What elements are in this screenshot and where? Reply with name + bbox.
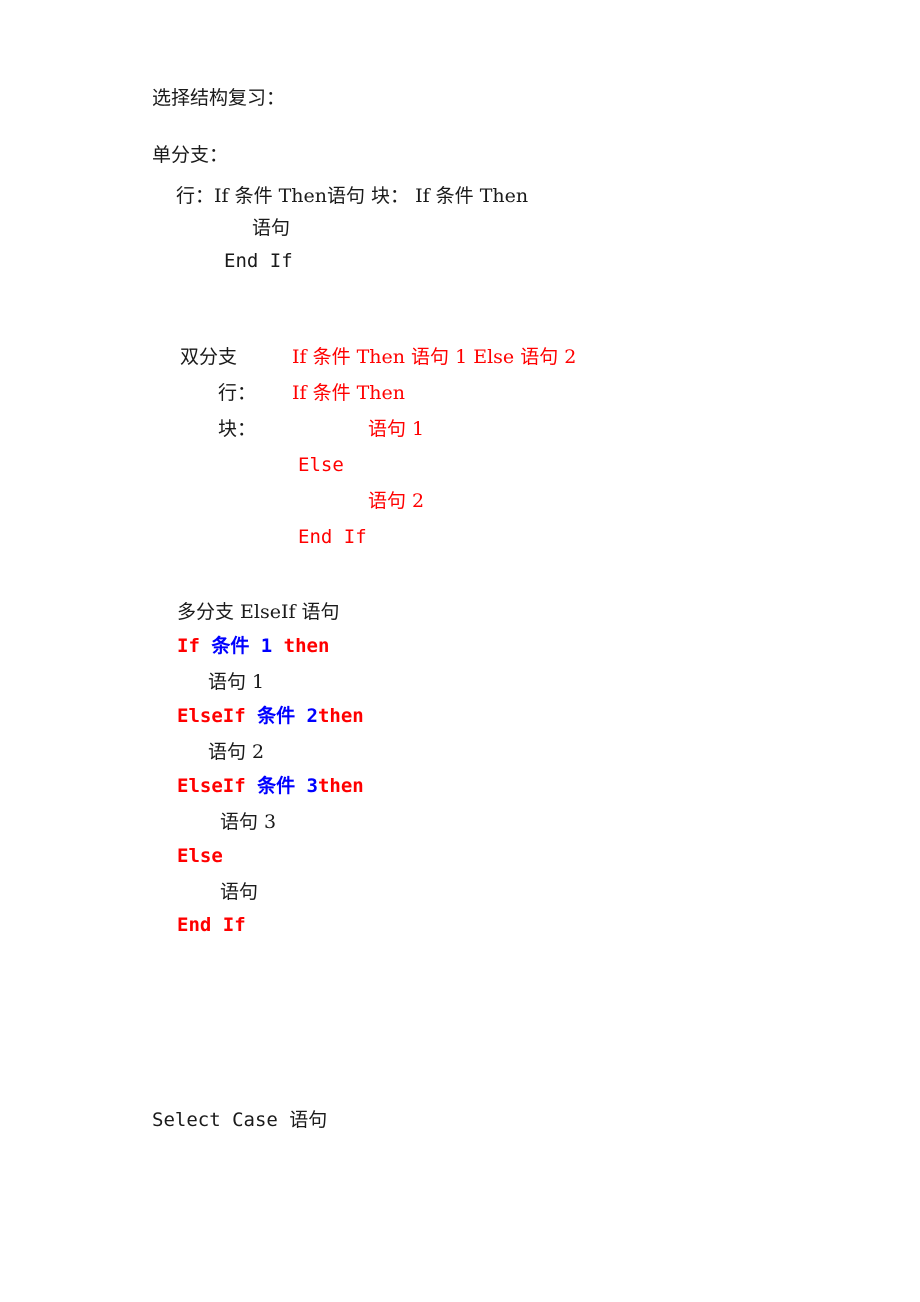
multi-branch-elseif2-then: then	[317, 705, 364, 727]
multi-branch-if-condition: 条件 1	[211, 635, 273, 657]
multi-branch-line-elseif-3: ElseIf 条件 3then	[177, 777, 364, 796]
double-branch-code-4: Else	[298, 454, 344, 476]
multi-branch-if-then: then	[272, 635, 330, 657]
double-branch-code-1: If 条件 Then 语句 1 Else 语句 2	[292, 346, 577, 368]
page-title: 选择结构复习：	[152, 87, 286, 109]
multi-branch-elseif2-condition: 条件 2	[257, 705, 318, 727]
double-branch-code-3: 语句 1	[368, 418, 425, 440]
multi-branch-elseif3-keyword: ElseIf	[177, 775, 258, 797]
single-branch-line-2: 语句	[252, 217, 291, 239]
multi-branch-else: Else	[177, 845, 223, 867]
multi-branch-statement-else: 语句	[220, 881, 259, 903]
select-case-heading: Select Case 语句	[152, 1109, 328, 1131]
double-branch-label-title: 双分支	[180, 346, 238, 368]
multi-branch-statement-1: 语句 1	[208, 671, 265, 693]
multi-branch-statement-2: 语句 2	[208, 741, 265, 763]
multi-branch-elseif2-keyword: ElseIf	[177, 705, 258, 727]
double-branch-label-block: 块：	[218, 418, 257, 440]
multi-branch-elseif3-condition: 条件 3	[257, 775, 318, 797]
double-branch-label-inline: 行：	[218, 382, 257, 404]
double-branch-code-5: 语句 2	[368, 490, 425, 512]
multi-branch-statement-3: 语句 3	[220, 811, 277, 833]
multi-branch-if-keyword: If	[177, 635, 212, 657]
single-branch-line-3: End If	[224, 250, 293, 272]
multi-branch-line-elseif-2: ElseIf 条件 2then	[177, 707, 364, 726]
multi-branch-line-if: If 条件 1 then	[177, 637, 329, 656]
single-branch-line-1: 行：If 条件 Then语句 块： If 条件 Then	[176, 185, 529, 207]
multi-branch-elseif3-then: then	[317, 775, 364, 797]
multi-branch-heading: 多分支 ElseIf 语句	[177, 601, 340, 623]
single-branch-heading: 单分支：	[152, 144, 229, 166]
document-page: 选择结构复习： 单分支： 行：If 条件 Then语句 块： If 条件 The…	[0, 0, 920, 1302]
double-branch-code-2: If 条件 Then	[292, 382, 406, 404]
multi-branch-end-if: End If	[177, 914, 246, 936]
double-branch-code-6: End If	[298, 526, 367, 548]
